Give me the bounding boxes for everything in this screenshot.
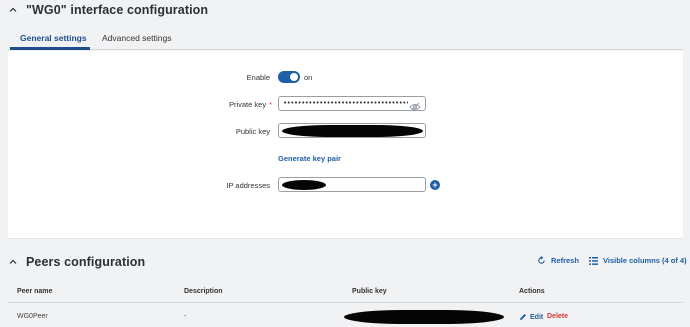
table-header-divider xyxy=(8,302,683,303)
public-key-label: Public key xyxy=(235,127,270,136)
public-key-redaction xyxy=(282,125,423,137)
private-key-label-text: Private key xyxy=(228,100,267,109)
column-header-peer-name[interactable]: Peer name xyxy=(17,288,52,295)
active-tab-indicator xyxy=(10,47,90,50)
peers-section-header[interactable]: Peers configuration xyxy=(8,255,145,269)
required-mark: * xyxy=(269,100,272,109)
chevron-up-icon[interactable] xyxy=(8,5,18,15)
enable-toggle[interactable] xyxy=(278,71,300,83)
add-ip-address-button[interactable]: + xyxy=(430,180,440,190)
interface-section-header[interactable]: "WG0" interface configuration xyxy=(8,3,208,17)
interface-title: "WG0" interface configuration xyxy=(26,3,209,17)
ip-address-redaction xyxy=(282,180,326,190)
column-header-actions: Actions xyxy=(519,288,545,295)
private-key-value: ••••••••••••••••••••••••••••••••••••••••… xyxy=(283,99,408,107)
refresh-icon xyxy=(538,256,545,264)
public-key-field[interactable] xyxy=(278,123,426,138)
general-settings-panel xyxy=(8,51,683,239)
refresh-button[interactable]: Refresh xyxy=(537,256,579,265)
chevron-up-icon[interactable] xyxy=(8,257,18,267)
edit-peer-button[interactable]: Edit xyxy=(519,313,543,321)
enable-label: Enable xyxy=(246,73,270,82)
edit-label: Edit xyxy=(530,313,544,321)
refresh-label: Refresh xyxy=(551,256,579,265)
private-key-field[interactable]: ••••••••••••••••••••••••••••••••••••••••… xyxy=(278,96,426,112)
tab-general-settings[interactable]: General settings xyxy=(20,33,87,43)
private-key-label: Private key * xyxy=(200,100,272,109)
eye-off-icon[interactable] xyxy=(409,99,421,112)
column-header-description[interactable]: Description xyxy=(184,288,223,295)
peer-description-cell: - xyxy=(184,313,187,320)
ip-addresses-label: IP addresses xyxy=(226,181,270,190)
plus-icon: + xyxy=(432,180,438,190)
visible-columns-label: Visible columns (4 of 4) xyxy=(603,256,687,265)
column-header-public-key[interactable]: Public key xyxy=(352,288,387,295)
peer-name-cell: WG0Peer xyxy=(17,313,48,320)
visible-columns-button[interactable]: Visible columns (4 of 4) xyxy=(589,256,687,265)
tab-bar: General settings Advanced settings xyxy=(8,26,683,50)
ip-addresses-field[interactable] xyxy=(278,177,426,192)
delete-peer-button[interactable]: Delete xyxy=(547,313,568,320)
peers-title: Peers configuration xyxy=(26,255,146,269)
peer-public-key-redaction xyxy=(344,310,504,324)
tab-advanced-settings[interactable]: Advanced settings xyxy=(102,33,171,43)
pencil-icon xyxy=(520,314,526,320)
columns-icon xyxy=(589,256,598,265)
enable-state-text: on xyxy=(304,73,313,82)
generate-key-pair-link[interactable]: Generate key pair xyxy=(278,154,341,163)
toggle-knob xyxy=(290,73,298,81)
